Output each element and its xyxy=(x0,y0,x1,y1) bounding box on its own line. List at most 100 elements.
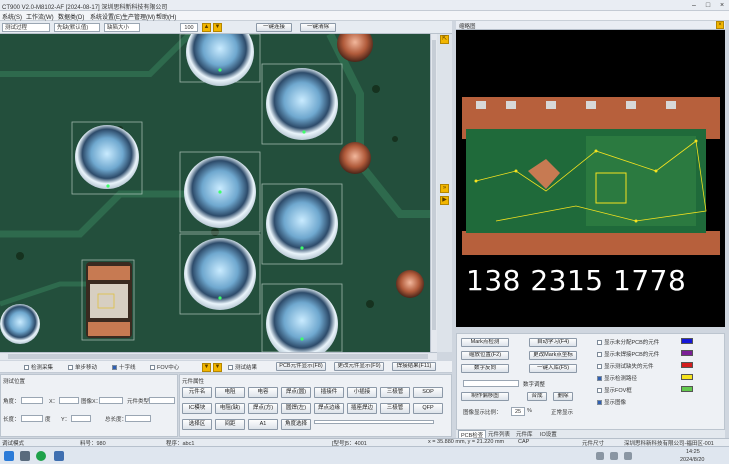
option-test-result[interactable]: 测试结果 xyxy=(228,363,257,371)
legend-item-5[interactable]: 显示图像 xyxy=(597,398,626,406)
component-button-1-5[interactable]: 插座焊边 xyxy=(347,403,377,414)
start-icon[interactable] xyxy=(4,451,14,461)
legend-item-1[interactable]: 显示未焊接PCB的元件 xyxy=(597,350,659,358)
mark-detect-button[interactable]: Mark点检测 xyxy=(461,338,509,347)
x-field[interactable] xyxy=(59,397,79,404)
process-combo[interactable]: 测试过程 xyxy=(2,23,50,32)
legend-color-swatch-0[interactable] xyxy=(681,338,693,344)
component-button-0-1[interactable]: 电阻 xyxy=(215,387,245,398)
defect-combo[interactable]: 先缺(默认值) xyxy=(54,23,100,32)
legend-color-swatch-1[interactable] xyxy=(681,350,693,356)
zoom-position-button[interactable]: 缩放位置(F2) xyxy=(461,351,509,360)
legend-item-3[interactable]: 显示检测路径 xyxy=(597,374,637,382)
close-icon[interactable]: × xyxy=(717,1,727,10)
merge-button[interactable]: 合成 xyxy=(527,392,547,401)
normal-display-label[interactable]: 正常显示 xyxy=(551,408,573,416)
weld-result-button[interactable]: 焊接结果(F11) xyxy=(392,362,436,371)
down-arrow-icon-2[interactable]: ▼ xyxy=(213,363,222,372)
component-button-1-0[interactable]: IC模块 xyxy=(182,403,212,414)
legend-checkbox-3[interactable] xyxy=(597,376,602,381)
component-button-1-7[interactable]: QFP xyxy=(413,403,443,414)
display-ratio-field[interactable]: 25 xyxy=(511,407,525,416)
change-display-button[interactable]: 更改元件显示(F9) xyxy=(334,362,384,371)
menu-item-data[interactable]: 数据类(D) xyxy=(58,12,84,21)
legend-color-swatch-2[interactable] xyxy=(681,362,693,368)
size-combo[interactable]: 缺陷大小 xyxy=(104,23,140,32)
change-mark-button[interactable]: 更改Mark点坐标 xyxy=(529,351,577,360)
legend-checkbox-4[interactable] xyxy=(597,388,602,393)
legend-checkbox-5[interactable] xyxy=(597,400,602,405)
menu-item-production[interactable]: 生产管理(M) xyxy=(122,12,155,21)
import-button[interactable]: 一键入库(F5) xyxy=(529,364,577,373)
component-button-0-6[interactable]: 三极管 xyxy=(380,387,410,398)
connect-button[interactable]: 一键连接 xyxy=(256,23,292,32)
tray-battery-icon[interactable] xyxy=(624,452,632,460)
component-button-0-3[interactable]: 焊点(圆) xyxy=(281,387,311,398)
menu-item-settings[interactable]: 系统设置(E) xyxy=(90,12,122,21)
pcb-display-button[interactable]: PCB元件显示(F8) xyxy=(276,362,326,371)
clear-button[interactable]: 一键清除 xyxy=(300,23,336,32)
component-button-0-2[interactable]: 电容 xyxy=(248,387,278,398)
zoom-up-icon[interactable]: ▲ xyxy=(202,23,211,32)
component-button-1-1[interactable]: 电阻(缺) xyxy=(215,403,245,414)
menu-item-system[interactable]: 系统(S) xyxy=(2,12,22,21)
component-button-2-2[interactable]: A1 xyxy=(248,419,278,430)
component-button-1-2[interactable]: 焊点(方) xyxy=(248,403,278,414)
auto-learn-button[interactable]: 自动学习(F4) xyxy=(529,338,577,347)
zoom-down-icon[interactable]: ▼ xyxy=(213,23,222,32)
component-button-1-6[interactable]: 三极管 xyxy=(380,403,410,414)
minimize-icon[interactable]: – xyxy=(689,1,699,10)
play-right-icon[interactable]: ▶ xyxy=(440,196,449,205)
reverse-button[interactable]: 数字反向 xyxy=(461,364,509,373)
search-icon[interactable] xyxy=(20,451,30,461)
tab-component-library[interactable]: 元件库 xyxy=(514,430,535,438)
camera-view[interactable] xyxy=(0,34,430,352)
browser-icon[interactable] xyxy=(36,451,46,461)
legend-item-4[interactable]: 显示FOV框 xyxy=(597,386,632,394)
component-button-0-4[interactable]: 插接件 xyxy=(314,387,344,398)
tab-io-settings[interactable]: IO设置 xyxy=(538,430,559,438)
component-button-0-5[interactable]: 小插接 xyxy=(347,387,377,398)
tray-volume-icon[interactable] xyxy=(610,452,618,460)
component-button-1-3[interactable]: 圆焊(左) xyxy=(281,403,311,414)
option-fov-center[interactable]: FOV中心 xyxy=(150,363,179,371)
component-type-field[interactable] xyxy=(149,397,175,404)
image-x-field[interactable] xyxy=(99,397,123,404)
app-icon[interactable] xyxy=(54,451,64,461)
legend-checkbox-1[interactable] xyxy=(597,352,602,357)
y-field[interactable] xyxy=(71,415,91,422)
delete-button[interactable]: 删除 xyxy=(553,392,573,401)
menu-item-help[interactable]: 帮助(H) xyxy=(156,12,176,21)
camera-horizontal-scrollbar[interactable] xyxy=(0,352,437,360)
option-capture[interactable]: 检测采集 xyxy=(24,363,53,371)
legend-item-0[interactable]: 显示未分配PCB的元件 xyxy=(597,338,659,346)
legend-checkbox-2[interactable] xyxy=(597,364,602,369)
board-overview[interactable]: 缩略图 × 138 2315 1778 xyxy=(456,21,725,327)
component-button-2-1[interactable]: 间距 xyxy=(215,419,245,430)
expand-icon[interactable]: ⇱ xyxy=(440,35,449,44)
next-right-icon[interactable]: » xyxy=(440,184,449,193)
legend-checkbox-0[interactable] xyxy=(597,340,602,345)
angle-slider[interactable] xyxy=(314,420,434,424)
down-arrow-icon[interactable]: ▼ xyxy=(202,363,211,372)
offset-image-button[interactable]: 制作偏移图 xyxy=(461,392,509,401)
adjust-field[interactable] xyxy=(463,380,519,387)
option-step[interactable]: 单步移动 xyxy=(68,363,97,371)
component-button-1-4[interactable]: 焊点边缘 xyxy=(314,403,344,414)
component-button-0-0[interactable]: 元件名 xyxy=(182,387,212,398)
component-button-2-0[interactable]: 选择区 xyxy=(182,419,212,430)
legend-color-swatch-4[interactable] xyxy=(681,386,693,392)
total-length-field[interactable] xyxy=(125,415,151,422)
angle-field[interactable] xyxy=(21,397,43,404)
menu-item-workflow[interactable]: 工作流(W) xyxy=(26,12,54,21)
tray-network-icon[interactable] xyxy=(596,452,604,460)
zoom-field[interactable]: 100 xyxy=(180,23,198,32)
component-button-0-7[interactable]: SOP xyxy=(413,387,443,398)
legend-item-2[interactable]: 显示测试缺失的元件 xyxy=(597,362,654,370)
tab-component-list[interactable]: 元件列表 xyxy=(486,430,512,438)
option-crosshair[interactable]: 十字线 xyxy=(112,363,136,371)
component-button-2-3[interactable]: 角度选择 xyxy=(281,419,311,430)
camera-vertical-scrollbar[interactable] xyxy=(430,34,437,352)
legend-color-swatch-3[interactable] xyxy=(681,374,693,380)
maximize-icon[interactable]: □ xyxy=(703,1,713,10)
